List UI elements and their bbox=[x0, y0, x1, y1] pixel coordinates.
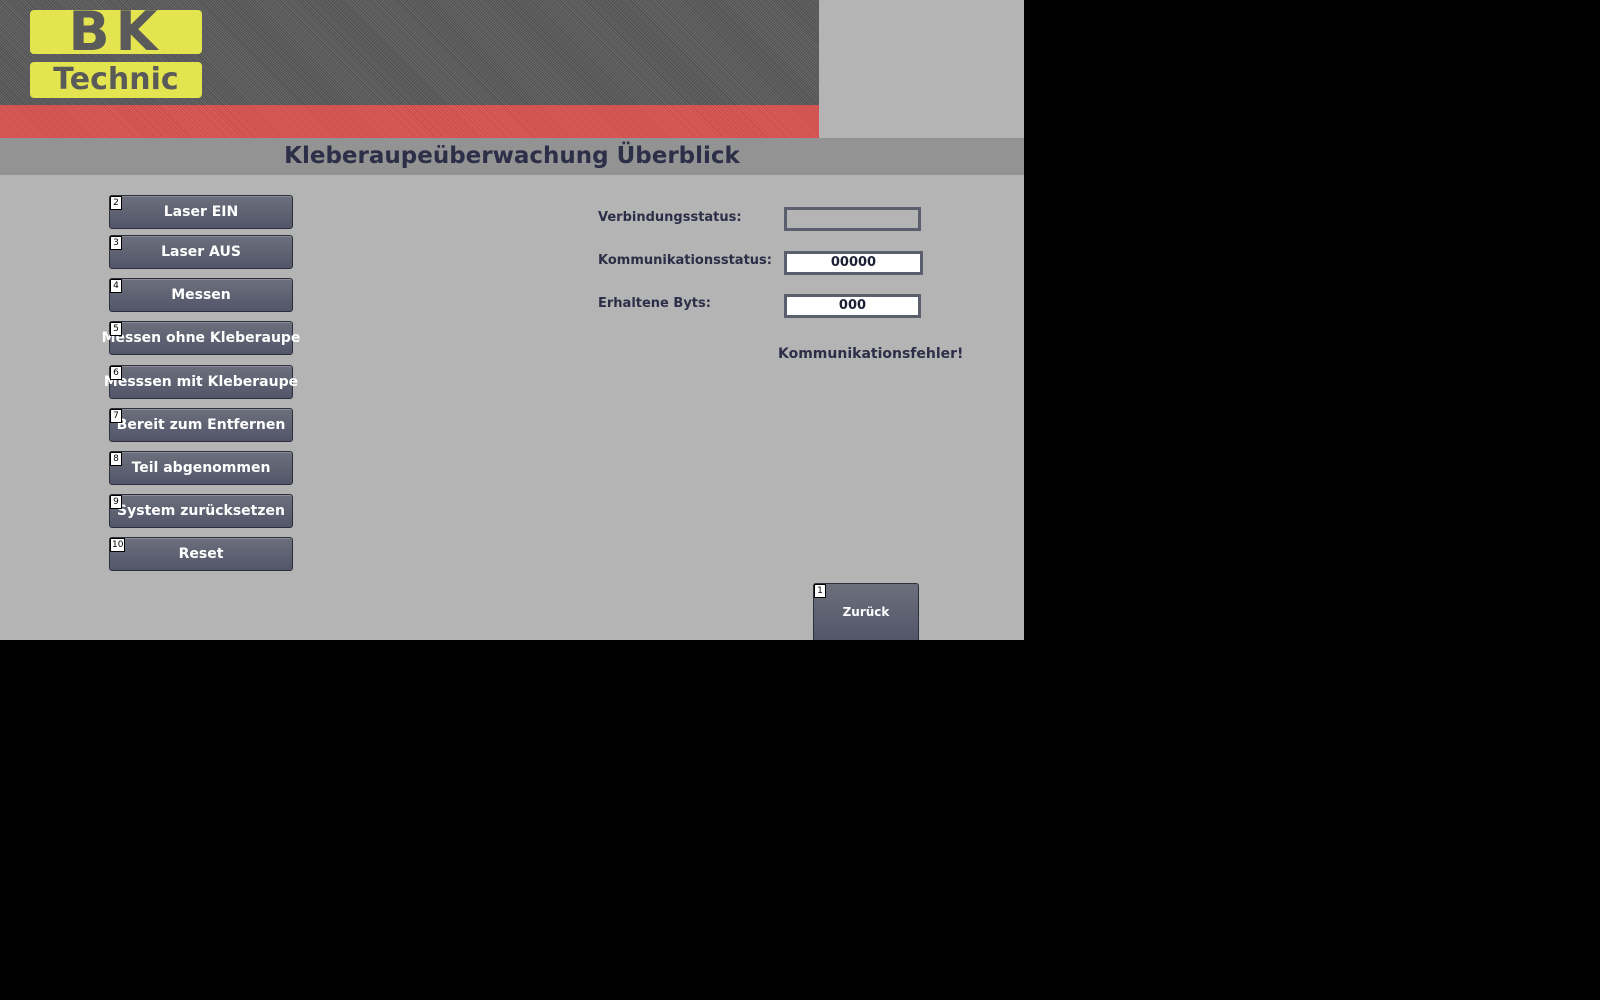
communication-status-field: 00000 bbox=[784, 251, 923, 275]
back-button[interactable]: 1 Zurück bbox=[813, 583, 919, 640]
hmi-screen: BK Technic Kleberaupeüberwachung Überbli… bbox=[0, 0, 1024, 640]
communication-status-label: Kommunikationsstatus: bbox=[598, 253, 772, 268]
reset-button[interactable]: 10 Reset bbox=[109, 537, 293, 571]
button-label: Reset bbox=[178, 546, 224, 562]
logo-top-text: BK bbox=[68, 10, 164, 54]
measure-with-bead-button[interactable]: 6 Messsen mit Kleberaupe bbox=[104, 365, 298, 399]
communication-error-message: Kommunikationsfehler! bbox=[778, 346, 964, 362]
logo-bottom-text: Technic bbox=[53, 62, 179, 97]
button-label: Teil abgenommen bbox=[131, 460, 271, 476]
title-bar: Kleberaupeüberwachung Überblick bbox=[0, 138, 1024, 175]
button-label: Messen ohne Kleberaupe bbox=[101, 330, 301, 346]
received-bytes-label: Erhaltene Byts: bbox=[598, 296, 711, 311]
header-red-stripe bbox=[0, 105, 819, 138]
logo-top-plate: BK bbox=[30, 10, 202, 54]
button-number-badge: 5 bbox=[110, 322, 122, 336]
button-number-badge: 2 bbox=[110, 196, 122, 210]
button-number-badge: 8 bbox=[110, 452, 122, 466]
part-removed-button[interactable]: 8 Teil abgenommen bbox=[109, 451, 293, 485]
button-number-badge: 3 bbox=[110, 236, 122, 250]
bk-technic-logo: BK Technic bbox=[30, 10, 202, 98]
received-bytes-field: 000 bbox=[784, 294, 921, 318]
logo-bottom-plate: Technic bbox=[30, 62, 202, 98]
button-number-badge: 7 bbox=[110, 409, 122, 423]
laser-on-button[interactable]: 2 Laser EIN bbox=[109, 195, 293, 229]
ready-to-remove-button[interactable]: 7 Bereit zum Entfernen bbox=[109, 408, 293, 442]
button-label: Laser AUS bbox=[161, 244, 241, 260]
page-title: Kleberaupeüberwachung Überblick bbox=[284, 143, 740, 169]
button-label: System zurücksetzen bbox=[117, 503, 285, 519]
button-label: Messen bbox=[171, 287, 231, 303]
button-label: Laser EIN bbox=[163, 204, 239, 220]
button-number-badge: 4 bbox=[110, 279, 122, 293]
measure-button[interactable]: 4 Messen bbox=[109, 278, 293, 312]
laser-off-button[interactable]: 3 Laser AUS bbox=[109, 235, 293, 269]
button-number-badge: 1 bbox=[814, 584, 826, 598]
system-reset-button[interactable]: 9 System zurücksetzen bbox=[109, 494, 293, 528]
button-label: Messsen mit Kleberaupe bbox=[103, 374, 299, 390]
connection-status-field bbox=[784, 207, 921, 231]
button-number-badge: 6 bbox=[110, 366, 122, 380]
connection-status-label: Verbindungsstatus: bbox=[598, 210, 742, 225]
button-label: Bereit zum Entfernen bbox=[116, 417, 286, 433]
button-number-badge: 10 bbox=[110, 538, 126, 552]
back-button-label: Zurück bbox=[842, 605, 890, 619]
measure-without-bead-button[interactable]: 5 Messen ohne Kleberaupe bbox=[102, 321, 300, 355]
button-number-badge: 9 bbox=[110, 495, 122, 509]
